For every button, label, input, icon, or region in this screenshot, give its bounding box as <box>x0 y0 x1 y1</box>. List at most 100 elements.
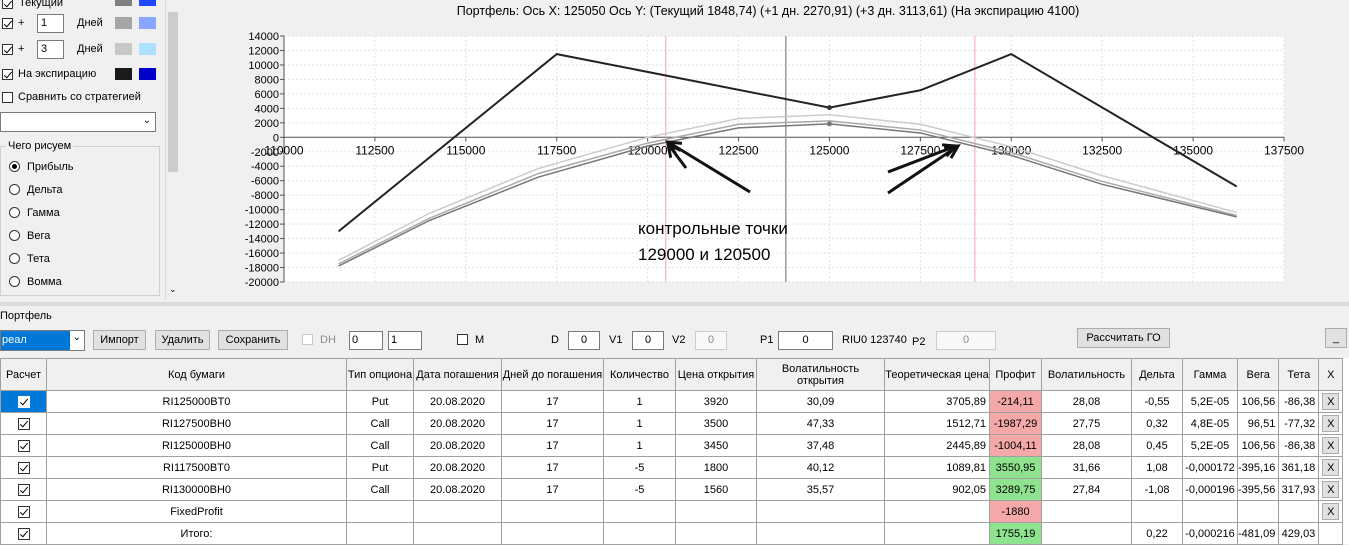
calculate-margin-button[interactable]: Рассчитать ГО <box>1077 328 1170 348</box>
v2-input[interactable]: 0 <box>695 331 727 350</box>
plus3-color-swatch-2[interactable] <box>139 43 156 55</box>
col-header-vol[interactable]: Волатильность <box>1041 358 1132 391</box>
expiration-point <box>826 105 832 111</box>
row-calc-cell[interactable] <box>0 390 47 413</box>
table-row[interactable]: Итого: 1755,19 0,22 -0,000216 -481,09 429,03 <box>0 522 1344 545</box>
row-calc-checkbox[interactable] <box>17 461 30 474</box>
cell-theta: -86,38 <box>1278 434 1320 457</box>
current-point <box>826 121 832 127</box>
table-row[interactable]: RI127500BH0 Call 20.08.2020 17 1 3500 47,33 151… <box>0 412 1344 435</box>
plus3-days-input[interactable]: 3 <box>37 40 64 59</box>
plus1-color-swatch-2[interactable] <box>139 17 156 29</box>
p2-input[interactable]: 0 <box>936 331 996 350</box>
col-header-calc[interactable]: Расчет <box>0 358 47 391</box>
scroll-up-icon[interactable]: ⌃ <box>169 0 177 7</box>
delete-button[interactable]: Удалить <box>155 330 210 350</box>
row-calc-cell[interactable] <box>0 412 47 435</box>
table-row[interactable]: RI130000BH0 Call 20.08.2020 17 -5 1560 35,57 90… <box>0 478 1344 501</box>
current-color-swatch-1[interactable] <box>115 0 132 6</box>
col-header-x[interactable]: X <box>1318 358 1344 391</box>
col-header-vol-open[interactable]: Волатильность открытия <box>756 358 885 391</box>
y-tick-label: 2000 <box>255 118 279 130</box>
row-calc-checkbox[interactable] <box>17 527 30 540</box>
row-remove-button[interactable]: X <box>1322 415 1340 432</box>
radio-gamma[interactable] <box>9 207 20 218</box>
radio-profit[interactable] <box>9 161 20 172</box>
current-color-swatch-2[interactable] <box>139 0 156 6</box>
col-header-delta[interactable]: Дельта <box>1131 358 1183 391</box>
col-header-days[interactable]: Дней до погашения <box>501 358 604 391</box>
row-remove-button[interactable]: X <box>1322 503 1340 520</box>
import-button[interactable]: Импорт <box>93 330 146 350</box>
splitter[interactable] <box>0 302 1349 306</box>
cell-vol: 28,08 <box>1041 390 1132 413</box>
radio-theta[interactable] <box>9 253 20 264</box>
row-calc-cell[interactable] <box>0 478 47 501</box>
annotation-text: контрольные точки <box>638 219 788 238</box>
col-header-theo[interactable]: Теоретическая цена <box>884 358 990 391</box>
plus1-days-input[interactable]: 1 <box>37 14 64 33</box>
radio-vomma[interactable] <box>9 276 20 287</box>
expiration-color-swatch-2[interactable] <box>139 68 156 80</box>
row-calc-cell[interactable] <box>0 522 47 545</box>
left-panel-scroll-thumb[interactable] <box>168 12 178 172</box>
plus1-checkbox[interactable] <box>2 17 13 29</box>
portfolio-select[interactable]: реал ⌄ <box>0 330 85 351</box>
table-row[interactable]: RI125000BT0 Put 20.08.2020 17 1 3920 30,09 3705… <box>0 390 1344 413</box>
plus3-checkbox[interactable] <box>2 43 13 55</box>
table-row[interactable]: RI125000BH0 Call 20.08.2020 17 1 3450 37,48 244… <box>0 434 1344 457</box>
row-remove-button[interactable]: X <box>1322 459 1340 476</box>
compare-checkbox[interactable] <box>2 91 13 103</box>
col-header-gamma[interactable]: Гамма <box>1182 358 1238 391</box>
row-calc-checkbox[interactable] <box>17 505 30 518</box>
row-remove-button[interactable]: X <box>1322 481 1340 498</box>
riu-label: RIU0 123740 <box>842 334 907 346</box>
table-row[interactable]: FixedProfit -1880 X <box>0 500 1344 523</box>
col-header-theta[interactable]: Тета <box>1278 358 1320 391</box>
strategy-select[interactable]: ⌄ <box>0 112 156 132</box>
row-calc-checkbox[interactable] <box>17 483 30 496</box>
dh-spin-2[interactable]: 1 <box>388 331 422 350</box>
row-calc-checkbox[interactable] <box>17 395 30 408</box>
minimize-button[interactable]: _ <box>1325 328 1347 348</box>
draw-group <box>0 146 160 296</box>
m-checkbox[interactable] <box>457 334 468 345</box>
col-header-profit[interactable]: Профит <box>989 358 1042 391</box>
row-calc-checkbox[interactable] <box>17 417 30 430</box>
plus1-color-swatch-1[interactable] <box>115 17 132 29</box>
col-header-type[interactable]: Тип опциона <box>346 358 414 391</box>
col-header-code[interactable]: Код бумаги <box>46 358 347 391</box>
scroll-down-icon[interactable]: ⌄ <box>169 284 177 295</box>
col-header-price[interactable]: Цена открытия <box>675 358 757 391</box>
dh-checkbox[interactable] <box>302 334 313 345</box>
radio-vega[interactable] <box>9 230 20 241</box>
col-header-date[interactable]: Дата погашения <box>413 358 502 391</box>
y-tick-label: 8000 <box>255 74 279 86</box>
expiration-color-swatch-1[interactable] <box>115 68 132 80</box>
v1-input[interactable]: 0 <box>632 331 664 350</box>
row-remove-button[interactable]: X <box>1322 437 1340 454</box>
cell-profit: -214,11 <box>989 390 1042 413</box>
radio-delta[interactable] <box>9 184 20 195</box>
cell-qty <box>603 522 676 545</box>
save-button[interactable]: Сохранить <box>218 330 288 350</box>
row-calc-cell[interactable] <box>0 500 47 523</box>
radio-delta-label: Дельта <box>27 184 63 196</box>
dh-spin-1[interactable]: 0 <box>349 331 383 350</box>
row-calc-cell[interactable] <box>0 434 47 457</box>
cell-qty: -5 <box>603 478 676 501</box>
compare-label: Сравнить со стратегией <box>18 91 141 103</box>
y-tick-label: 14000 <box>248 31 279 43</box>
table-row[interactable]: RI117500BT0 Put 20.08.2020 17 -5 1800 40,12 108… <box>0 456 1344 479</box>
row-calc-checkbox[interactable] <box>17 439 30 452</box>
cell-days: 17 <box>501 434 604 457</box>
d-input[interactable]: 0 <box>568 331 600 350</box>
row-calc-cell[interactable] <box>0 456 47 479</box>
col-header-qty[interactable]: Количество <box>603 358 676 391</box>
row-remove-button[interactable]: X <box>1322 393 1340 410</box>
current-checkbox[interactable] <box>2 0 13 9</box>
plus3-color-swatch-1[interactable] <box>115 43 132 55</box>
expiration-checkbox[interactable] <box>2 68 13 80</box>
p1-input[interactable]: 0 <box>778 331 833 350</box>
col-header-vega[interactable]: Вега <box>1236 358 1280 391</box>
